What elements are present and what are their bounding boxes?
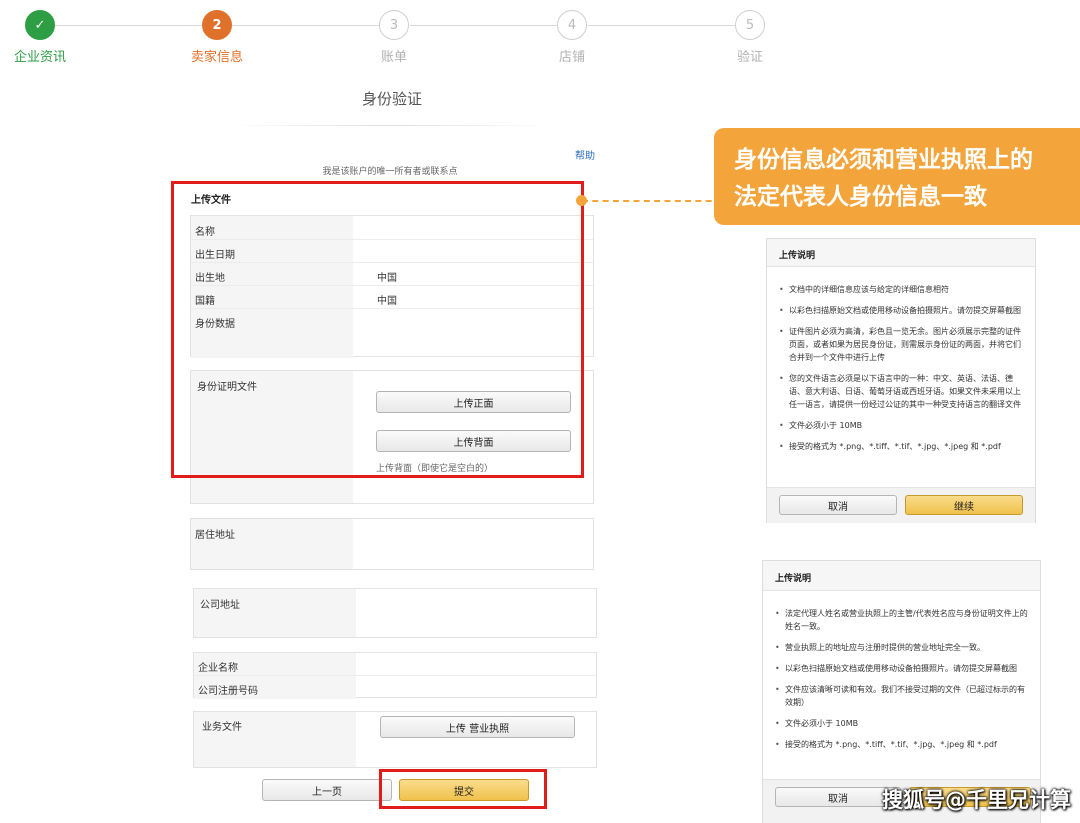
step-store[interactable]: 4 店铺	[542, 10, 602, 65]
step-number: 5	[735, 10, 765, 40]
step-label: 店铺	[558, 50, 585, 65]
company-name-label: 企业名称	[198, 663, 238, 674]
step-label: 账单	[380, 50, 407, 65]
step-verification[interactable]: 5 验证	[720, 10, 780, 65]
table-row: 企业名称	[194, 653, 596, 676]
list-item: 法定代理人姓名或营业执照上的主管/代表姓名应与身份证明文件上的姓名一致。	[773, 607, 1030, 633]
panel-title: 上传说明	[775, 574, 812, 584]
company-info-table: 企业名称 公司注册号码	[193, 652, 597, 699]
list-item: 文档中的详细信息应该与给定的详细信息相符	[777, 283, 1025, 296]
continue-button[interactable]: 继续	[905, 495, 1023, 515]
list-item: 以彩色扫描原始文档或使用移动设备拍摄照片。请勿提交屏幕截图	[777, 304, 1025, 317]
company-address-box: 公司地址	[193, 588, 597, 638]
step-number: 4	[557, 10, 587, 40]
step-number: 2	[202, 10, 232, 40]
instructions-list: 法定代理人姓名或营业执照上的主管/代表姓名应与身份证明文件上的姓名一致。 营业执…	[773, 607, 1030, 759]
cancel-button[interactable]: 取消	[779, 495, 897, 515]
step-label: 验证	[736, 50, 763, 65]
step-connector	[588, 25, 738, 26]
table-row: 公司注册号码	[194, 676, 596, 699]
callout-line-2: 法定代表人身份信息一致	[734, 184, 987, 210]
list-item: 您的文件语言必须是以下语言中的一种：中文、英语、法语、德语、意大利语、日语、葡萄…	[777, 372, 1025, 411]
title-divider	[230, 125, 550, 126]
prev-page-button[interactable]: 上一页	[262, 779, 392, 801]
panel-header: 上传说明	[767, 239, 1035, 267]
list-item: 文件必须小于 10MB	[773, 717, 1030, 730]
watermark: 搜狐号@千里兄计算	[882, 788, 1071, 812]
owner-statement: 我是该账户的唯一所有者或联系点	[322, 167, 458, 177]
help-link[interactable]: 帮助	[575, 147, 595, 162]
step-label: 卖家信息	[190, 50, 243, 65]
step-label: 企业资讯	[13, 50, 66, 65]
list-item: 接受的格式为 *.png、*.tiff、*.tif、*.jpg、*.jpeg 和…	[773, 738, 1030, 751]
company-address-label: 公司地址	[200, 600, 240, 611]
upload-instructions-panel: 上传说明 文档中的详细信息应该与给定的详细信息相符 以彩色扫描原始文档或使用移动…	[766, 238, 1036, 523]
checkmark-icon: ✓	[25, 10, 55, 40]
list-item: 营业执照上的地址应与注册时提供的营业地址完全一致。	[773, 641, 1030, 654]
page-title: 身份验证	[361, 90, 422, 108]
company-reg-label: 公司注册号码	[198, 686, 258, 697]
panel-title: 上传说明	[779, 251, 816, 261]
upload-business-license-button[interactable]: 上传 营业执照	[380, 716, 575, 738]
highlight-submit	[379, 769, 547, 809]
progress-stepper: ✓ 企业资讯 2 卖家信息 3 账单 4 店铺 5 验证	[0, 0, 1080, 70]
list-item: 接受的格式为 *.png、*.tiff、*.tif、*.jpg、*.jpeg 和…	[777, 440, 1025, 453]
step-connector	[232, 25, 382, 26]
highlight-upload-section	[171, 181, 584, 478]
callout-connector	[582, 200, 722, 202]
list-item: 以彩色扫描原始文档或使用移动设备拍摄照片。请勿提交屏幕截图	[773, 662, 1030, 675]
residence-address-box: 居住地址	[190, 518, 594, 570]
list-item: 文件应该清晰可读和有效。我们不接受过期的文件（已超过标示的有效期）	[773, 683, 1030, 709]
panel-header: 上传说明	[763, 561, 1040, 591]
list-item: 证件图片必须为高清，彩色且一览无余。图片必须展示完整的证件页面，或者如果为居民身…	[777, 325, 1025, 364]
business-doc-label: 业务文件	[202, 722, 242, 733]
callout-dot	[576, 195, 587, 206]
list-item: 文件必须小于 10MB	[777, 419, 1025, 432]
callout-line-1: 身份信息必须和营业执照上的	[734, 147, 1033, 173]
step-company-info[interactable]: ✓ 企业资讯	[10, 10, 70, 65]
residence-address-label: 居住地址	[195, 530, 235, 541]
step-seller-info[interactable]: 2 卖家信息	[187, 10, 247, 65]
step-connector	[410, 25, 560, 26]
step-number: 3	[379, 10, 409, 40]
step-connector	[55, 25, 205, 26]
step-billing[interactable]: 3 账单	[364, 10, 424, 65]
callout-banner: 身份信息必须和营业执照上的 法定代表人身份信息一致	[714, 128, 1080, 225]
instructions-list: 文档中的详细信息应该与给定的详细信息相符 以彩色扫描原始文档或使用移动设备拍摄照…	[777, 283, 1025, 461]
